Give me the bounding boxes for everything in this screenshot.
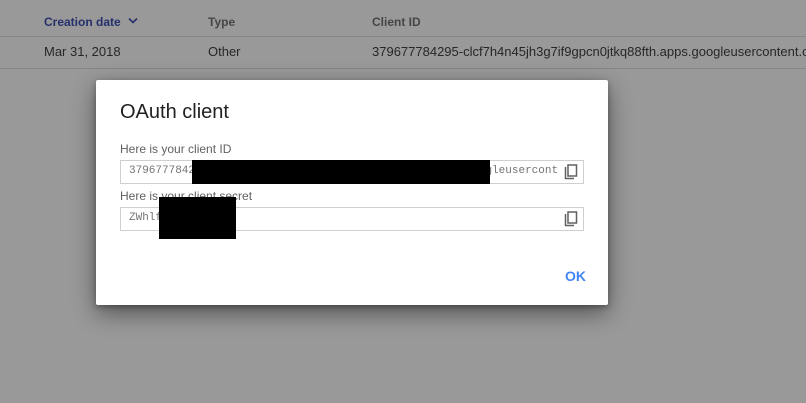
ok-button[interactable]: OK [565, 268, 586, 284]
copy-client-id-button[interactable] [561, 162, 581, 182]
redaction-box-client-secret [159, 197, 236, 239]
redaction-box-client-id [192, 160, 490, 184]
copy-icon [564, 164, 578, 180]
client-id-label: Here is your client ID [120, 142, 232, 156]
copy-icon [564, 211, 578, 227]
oauth-client-dialog: OAuth client Here is your client ID 3796… [96, 80, 608, 305]
dialog-title: OAuth client [120, 101, 229, 123]
copy-client-secret-button[interactable] [561, 209, 581, 229]
